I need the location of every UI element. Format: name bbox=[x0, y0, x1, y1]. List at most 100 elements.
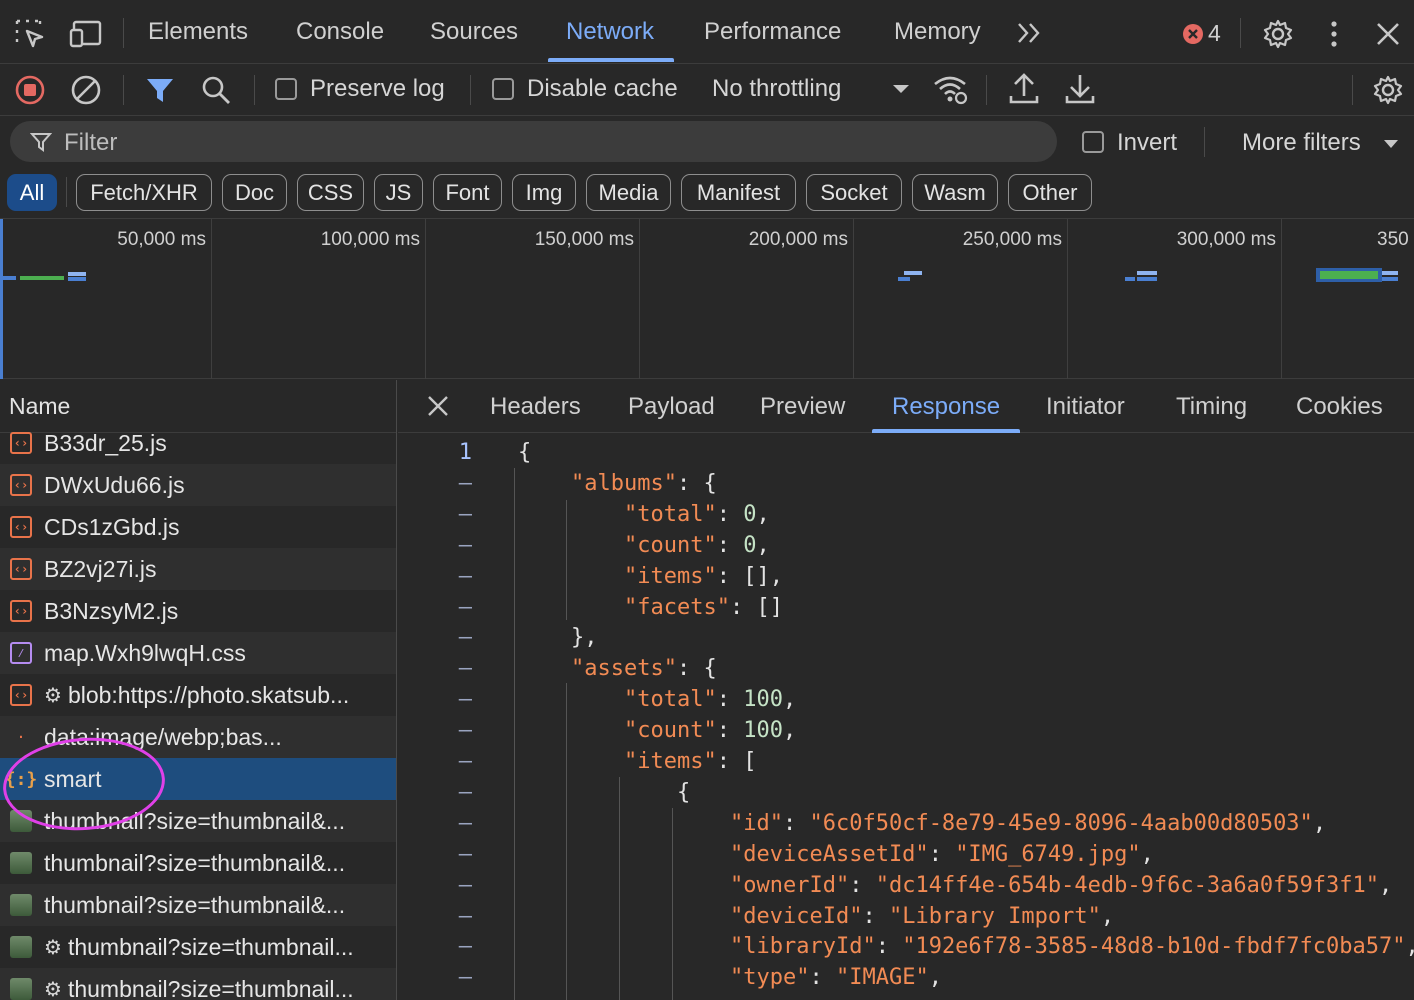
request-row[interactable]: thumbnail?size=thumbnail&... bbox=[0, 884, 396, 926]
tab-response[interactable]: Response bbox=[871, 380, 1021, 433]
dropdown-arrow-icon[interactable] bbox=[1383, 138, 1399, 150]
request-row[interactable]: ‹› B3NzsyM2.js bbox=[0, 590, 396, 632]
tab-console[interactable]: Console bbox=[296, 0, 384, 64]
response-code: "deviceAssetId": "IMG_6749.jpg", bbox=[730, 841, 1154, 867]
line-number: – bbox=[458, 810, 472, 836]
more-options-kebab-icon[interactable] bbox=[1324, 18, 1344, 50]
type-filter-fetch-xhr[interactable]: Fetch/XHR bbox=[76, 174, 212, 211]
tab-preview[interactable]: Preview bbox=[760, 380, 845, 433]
stylesheet-icon: ⁄ bbox=[10, 642, 32, 664]
type-filter-font[interactable]: Font bbox=[433, 174, 502, 211]
request-name: data:image/webp;bas... bbox=[44, 723, 282, 750]
request-row[interactable]: ‹› B33dr_25.js bbox=[0, 422, 396, 464]
line-number: – bbox=[458, 594, 472, 620]
tab-headers[interactable]: Headers bbox=[490, 380, 581, 433]
json-key: "items" bbox=[624, 749, 717, 774]
more-filters-dropdown[interactable]: More filters bbox=[1242, 129, 1361, 157]
overview-bar bbox=[1137, 271, 1157, 275]
tab-sources[interactable]: Sources bbox=[430, 0, 518, 64]
line-number: – bbox=[458, 934, 472, 960]
response-code: "deviceId": "Library Import", bbox=[730, 903, 1115, 929]
preserve-log-checkbox[interactable] bbox=[275, 78, 297, 100]
search-icon[interactable] bbox=[200, 74, 232, 106]
settings-gear-icon[interactable] bbox=[1262, 18, 1294, 50]
tab-initiator[interactable]: Initiator bbox=[1046, 380, 1125, 433]
divider bbox=[470, 75, 471, 105]
request-row[interactable]: ⚙ thumbnail?size=thumbnail... bbox=[0, 968, 396, 1000]
json-string: "dc14ff4e-654b-4edb-9f6c-3a6a0f59f3f1" bbox=[875, 872, 1380, 898]
tab-timing[interactable]: Timing bbox=[1176, 380, 1247, 433]
type-filter-js[interactable]: JS bbox=[374, 174, 423, 211]
tab-performance[interactable]: Performance bbox=[704, 0, 841, 64]
request-row[interactable]: ⁄ map.Wxh9lwqH.css bbox=[0, 632, 396, 674]
type-filter-manifest[interactable]: Manifest bbox=[681, 174, 796, 211]
invert-checkbox[interactable] bbox=[1082, 131, 1104, 153]
tab-elements[interactable]: Elements bbox=[148, 0, 248, 64]
export-har-download-icon[interactable] bbox=[1064, 72, 1096, 106]
device-toolbar-icon[interactable] bbox=[68, 18, 104, 50]
error-count[interactable]: 4 bbox=[1208, 20, 1221, 47]
script-icon: ‹› bbox=[10, 516, 32, 538]
request-row[interactable]: ‹› DWxUdu66.js bbox=[0, 464, 396, 506]
tab-memory[interactable]: Memory bbox=[894, 0, 981, 64]
type-filter-css[interactable]: CSS bbox=[297, 174, 364, 211]
error-icon[interactable] bbox=[1182, 23, 1204, 45]
line-number: – bbox=[458, 841, 472, 867]
tab-payload[interactable]: Payload bbox=[628, 380, 715, 433]
type-filter-media[interactable]: Media bbox=[586, 174, 671, 211]
type-filter-wasm[interactable]: Wasm bbox=[912, 174, 998, 211]
response-code: "total": 0, bbox=[624, 501, 770, 527]
close-icon[interactable] bbox=[1374, 20, 1402, 48]
throttling-select[interactable]: No throttling bbox=[712, 75, 841, 103]
request-row[interactable]: ‹› ⚙ blob:https://photo.skatsub... bbox=[0, 674, 396, 716]
line-number: – bbox=[458, 563, 472, 589]
type-filter-img[interactable]: Img bbox=[512, 174, 576, 211]
close-detail-icon[interactable] bbox=[426, 394, 450, 418]
request-row[interactable]: ‹› CDs1zGbd.js bbox=[0, 506, 396, 548]
response-code: "total": 100, bbox=[624, 687, 797, 713]
stop-recording-icon[interactable] bbox=[14, 74, 46, 106]
request-row[interactable]: ‹› BZ2vj27i.js bbox=[0, 548, 396, 590]
preserve-log-label[interactable]: Preserve log bbox=[310, 75, 445, 103]
tab-cookies[interactable]: Cookies bbox=[1296, 380, 1383, 433]
script-icon: ‹› bbox=[10, 432, 32, 454]
type-filter-socket[interactable]: Socket bbox=[806, 174, 902, 211]
request-name: B3NzsyM2.js bbox=[44, 597, 179, 624]
line-number: – bbox=[458, 501, 472, 527]
request-name: thumbnail?size=thumbnail... bbox=[67, 975, 354, 1000]
inspect-element-icon[interactable] bbox=[14, 18, 46, 50]
overview-bar bbox=[898, 277, 910, 281]
type-filter-all[interactable]: All bbox=[7, 174, 57, 211]
overview-tick: 50,000 ms bbox=[117, 229, 206, 250]
filter-placeholder: Filter bbox=[64, 129, 118, 156]
network-conditions-wifi-icon[interactable] bbox=[932, 72, 970, 106]
filter-funnel-icon[interactable] bbox=[144, 74, 176, 106]
json-key: "total" bbox=[624, 501, 717, 527]
disable-cache-label[interactable]: Disable cache bbox=[527, 75, 678, 103]
import-har-upload-icon[interactable] bbox=[1008, 72, 1040, 106]
more-tabs-chevron-icon[interactable] bbox=[1016, 20, 1044, 46]
disable-cache-checkbox[interactable] bbox=[492, 78, 514, 100]
type-filter-doc[interactable]: Doc bbox=[222, 174, 287, 211]
grid-line bbox=[639, 219, 640, 379]
clear-icon[interactable] bbox=[70, 74, 102, 106]
request-row[interactable]: · data:image/webp;bas... bbox=[0, 716, 396, 758]
network-overview-timeline[interactable]: 50,000 ms 100,000 ms 150,000 ms 200,000 … bbox=[0, 218, 1414, 379]
response-body-viewer[interactable]: 1 {– "albums": {– "total": 0, – "count": 0, – "… bbox=[398, 433, 1414, 1000]
type-filter-other[interactable]: Other bbox=[1008, 174, 1092, 211]
overview-bar bbox=[0, 276, 16, 280]
request-row[interactable]: thumbnail?size=thumbnail&... bbox=[0, 842, 396, 884]
request-row-selected[interactable]: {:} smart bbox=[0, 758, 396, 800]
tab-network[interactable]: Network bbox=[547, 0, 675, 64]
network-settings-gear-icon[interactable] bbox=[1372, 74, 1404, 106]
response-code: "facets": [] bbox=[624, 594, 783, 620]
dropdown-arrow-icon[interactable] bbox=[892, 83, 910, 95]
json-key: "type" bbox=[730, 965, 810, 991]
overview-tick: 200,000 ms bbox=[748, 229, 848, 250]
overview-selection-handle[interactable] bbox=[0, 219, 3, 379]
request-row[interactable]: ⚙ thumbnail?size=thumbnail... bbox=[0, 926, 396, 968]
filter-input[interactable]: Filter bbox=[10, 121, 1057, 162]
divider bbox=[1352, 75, 1353, 105]
request-row[interactable]: thumbnail?size=thumbnail&... bbox=[0, 800, 396, 842]
invert-label[interactable]: Invert bbox=[1117, 129, 1177, 157]
